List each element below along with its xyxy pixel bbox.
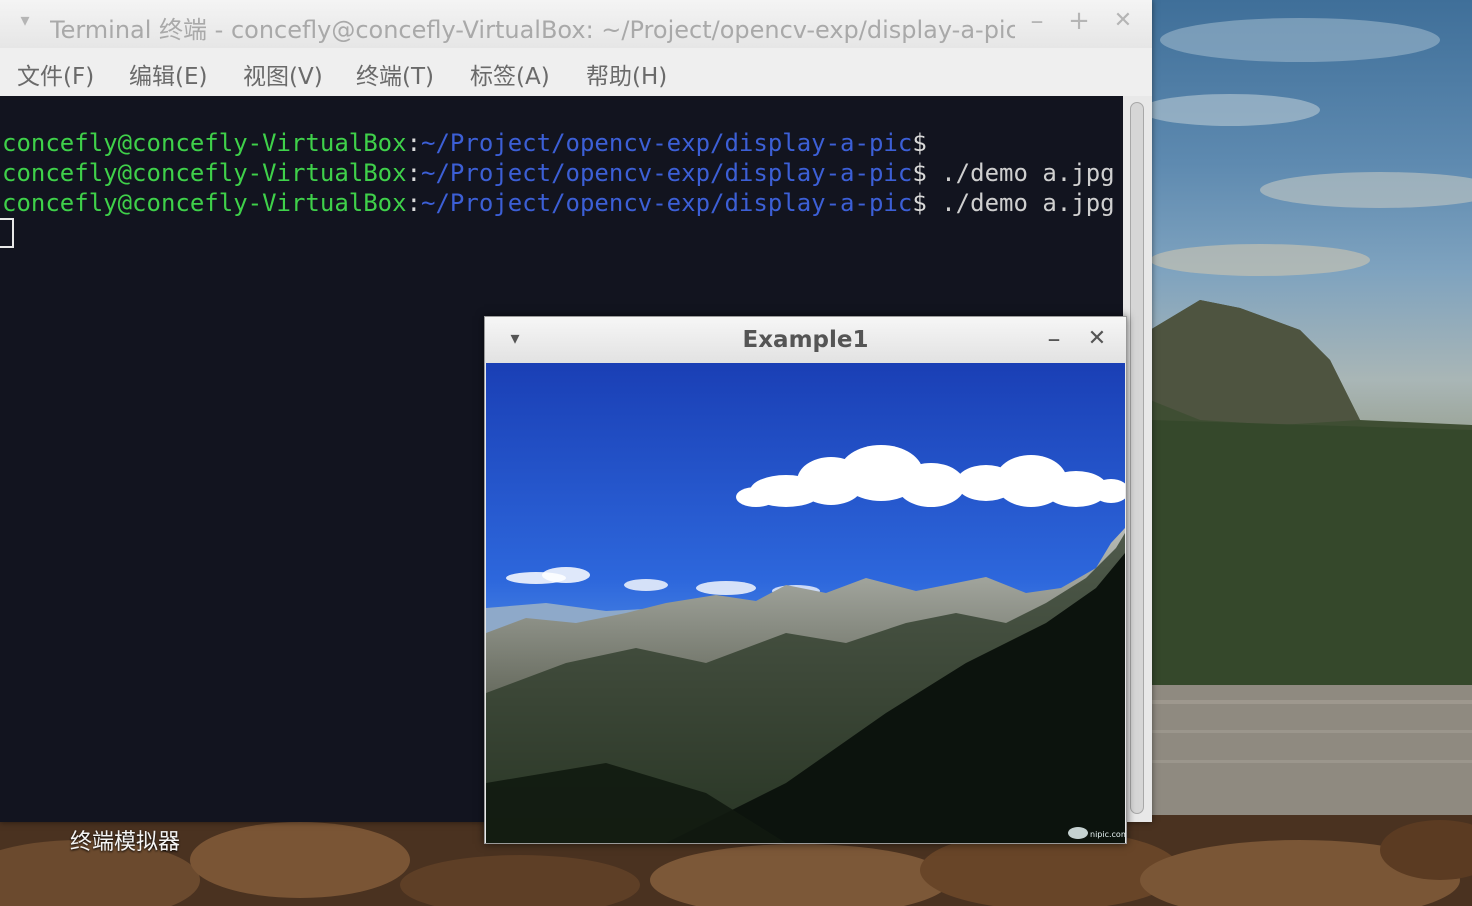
scrollbar-thumb[interactable] [1130, 102, 1144, 814]
terminal-line: concefly@concefly-VirtualBox:~/Project/o… [2, 128, 927, 158]
prompt-path: ~/Project/opencv-exp/display-a-pic [421, 129, 913, 157]
prompt-separator: : [406, 129, 422, 157]
close-button[interactable]: ✕ [1108, 6, 1138, 36]
image-window-titlebar[interactable]: ▾ Example1 – ✕ [485, 317, 1126, 363]
menu-help[interactable]: 帮助(H) [586, 57, 667, 91]
close-button[interactable]: ✕ [1083, 325, 1111, 353]
command-text: ./demo a.jpg [926, 189, 1115, 217]
prompt-separator: : [406, 159, 422, 187]
terminal-title: Terminal 终端 - concefly@concefly-VirtualB… [50, 16, 1015, 44]
prompt-user: concefly@concefly-VirtualBox [2, 189, 407, 217]
menu-tabs[interactable]: 标签(A) [470, 57, 550, 91]
terminal-line: concefly@concefly-VirtualBox:~/Project/o… [2, 158, 1115, 188]
terminal-cursor [0, 218, 14, 248]
minimize-button[interactable]: – [1040, 325, 1068, 353]
displayed-image: nipic.com [486, 363, 1125, 843]
menu-file[interactable]: 文件(F) [17, 57, 94, 91]
mountain-photo: nipic.com [486, 363, 1125, 843]
terminal-titlebar[interactable]: ▾ Terminal 终端 - concefly@concefly-Virtua… [0, 0, 1152, 48]
terminal-menubar: 文件(F) 编辑(E) 视图(V) 终端(T) 标签(A) 帮助(H) [0, 48, 1152, 96]
prompt-path: ~/Project/opencv-exp/display-a-pic [421, 159, 913, 187]
prompt-user: concefly@concefly-VirtualBox [2, 129, 407, 157]
image-watermark: nipic.com [1090, 830, 1125, 839]
image-window: ▾ Example1 – ✕ nipic.com [484, 316, 1127, 844]
prompt-path: ~/Project/opencv-exp/display-a-pic [421, 189, 913, 217]
image-window-title: Example1 [742, 327, 869, 353]
prompt-user: concefly@concefly-VirtualBox [2, 159, 407, 187]
prompt-dollar: $ [912, 129, 927, 157]
prompt-separator: : [406, 189, 422, 217]
desktop-launcher-terminal-emulator[interactable]: 终端模拟器 [70, 824, 180, 856]
terminal-scrollbar[interactable] [1123, 96, 1152, 822]
terminal-line: concefly@concefly-VirtualBox:~/Project/o… [2, 188, 1115, 218]
window-menu-icon[interactable]: ▾ [10, 6, 40, 36]
menu-edit[interactable]: 编辑(E) [129, 57, 207, 91]
command-text: ./demo a.jpg [926, 159, 1115, 187]
maximize-button[interactable]: + [1064, 6, 1094, 36]
minimize-button[interactable]: – [1022, 6, 1052, 36]
menu-terminal[interactable]: 终端(T) [356, 57, 434, 91]
menu-view[interactable]: 视图(V) [243, 57, 323, 91]
prompt-dollar: $ [912, 189, 927, 217]
prompt-dollar: $ [912, 159, 927, 187]
